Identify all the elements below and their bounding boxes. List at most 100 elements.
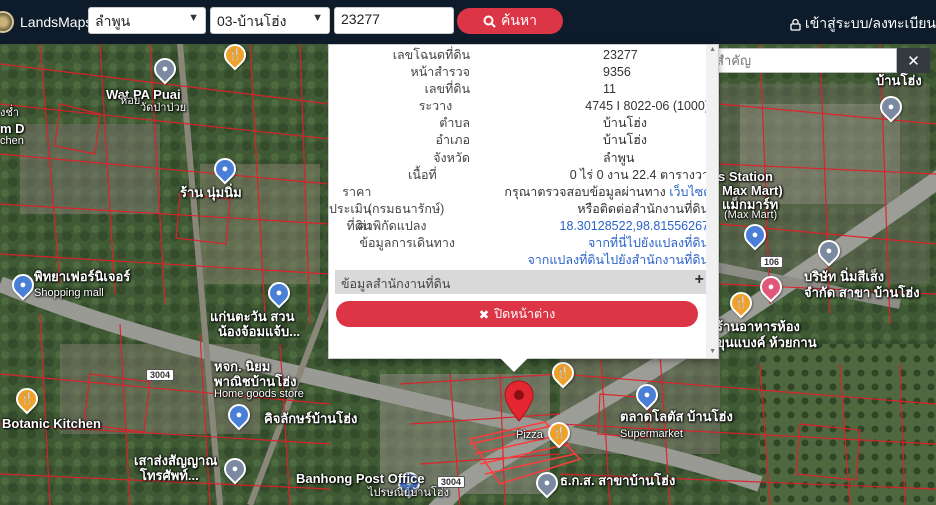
map-label: หจก. นิยม [214,359,271,374]
map-label: Supermarket [620,428,683,440]
info-label: เนื้อที่ [408,167,437,182]
deed-number-input[interactable]: 23277 [334,7,454,34]
info-value: บ้านโฮ่ง [603,133,647,148]
coordinate-link[interactable]: 18.30128522,98.81556267 [560,219,709,233]
map-label: บ้านโฮ่ง [876,73,922,88]
map-label: พาณิชบ้านโฮ่ง [214,374,297,389]
scroll-down-icon[interactable]: ▼ [709,348,716,355]
info-value: กรุณาตรวจสอบข้อมูลผ่านทาง [504,184,666,199]
info-row-land-no: เลขที่ดิน 11 [329,81,709,98]
map-label: chen [0,135,24,147]
info-label: เลขโฉนดที่ดิน [392,48,470,62]
map-label: Banhong Post Office [296,471,425,486]
top-navbar: LandsMaps ลำพูน ▼ 03-บ้านโฮ่ง ▼ 23277 ค้… [0,0,936,44]
chevron-down-icon: ▼ [312,12,323,24]
map-label: ขุนแบงค์ ห้วยกาน [716,335,817,350]
info-row-travel: ข้อมูลการเดินทาง จากที่นี่ไปยังแปลงที่ดิน [329,235,709,252]
map-label: โทรศัพท์... [140,468,199,483]
directions-to-office-link[interactable]: จากแปลงที่ดินไปยังสำนักงานที่ดิน [527,253,709,267]
map-label: ธ.ก.ส. สาขาบ้านโฮ่ง [560,473,676,488]
info-value: 0 ไร่ 0 งาน 22.4 ตารางวา [569,167,709,182]
info-row-sheet: ระวาง 4745 I 8022-06 (1000) [329,98,709,115]
scroll-up-icon[interactable]: ▲ [709,46,716,53]
map-label: คิจลักษร์บ้านโฮ่ง [264,411,358,426]
info-value: หรือติดต่อสำนักงานที่ดิน [577,201,709,216]
map-label: งช่ำ [0,107,20,119]
info-label: ข้อมูลการเดินทาง [359,236,455,251]
map-label: ห้อย [120,95,141,107]
info-row-survey: หน้าสำรวจ 9356 [329,64,709,81]
close-window-button[interactable]: ✖ ปิดหน้าต่าง [336,301,698,327]
info-label: ตำบล [439,116,470,131]
info-row-travel-2: จากแปลงที่ดินไปยังสำนักงานที่ดิน [329,252,709,269]
info-value: 11 [603,82,616,97]
lock-icon [790,18,801,31]
login-link[interactable]: เข้าสู่ระบบ/ลงทะเบียน [790,13,936,35]
info-row-deed: เลขโฉนดที่ดิน 23277 [329,47,709,64]
info-value: 4745 I 8022-06 (1000) [585,99,709,114]
map-label: ร้าน นุ่มนิ่ม [180,185,242,200]
close-window-label: ปิดหน้าต่าง [494,307,556,321]
info-row-district: อำเภอ บ้านโฮ่ง [329,132,709,149]
map-label: (Max Mart) [724,209,778,221]
info-value: 9356 [603,65,631,80]
search-button[interactable]: ค้นหา [457,8,563,34]
map-label: เสาส่งสัญญาณ [134,453,218,468]
land-office-accordion[interactable]: ข้อมูลสำนักงานที่ดิน + [335,270,706,294]
close-x-icon: ✖ [478,307,490,322]
map-label: วัดป่าป่วย [140,102,187,114]
parcel-info-popup: เลขโฉนดที่ดิน 23277 หน้าสำรวจ 9356 เลขที่ด… [328,44,719,359]
search-icon [483,15,496,28]
search-button-label: ค้นหา [500,12,538,28]
map-label: Max Mart) [722,183,783,198]
map-label: Pizza [516,429,543,441]
info-label: เลขที่ดิน [424,82,470,97]
popup-pointer [500,358,528,372]
map-label: Shopping mall [34,287,104,299]
land-office-label: ข้อมูลสำนักงานที่ดิน [341,277,451,291]
expand-plus-icon[interactable]: + [695,271,704,289]
popup-scrollbar[interactable]: ▲ ▼ [706,45,718,358]
info-label: (กรมธนารักษ์) [367,201,445,216]
info-row-price-2: (กรมธนารักษ์) หรือติดต่อสำนักงานที่ดิน [329,201,709,218]
info-row-price: ราคาประเมินที่ดิน กรุณาตรวจสอบข้อมูลผ่านท… [329,184,718,233]
district-select-value: 03-บ้านโฮ่ง [217,13,287,29]
info-label: หน้าสำรวจ [410,65,470,80]
info-label: ราคาประเมินที่ดิน [329,184,372,233]
directions-to-parcel-link[interactable]: จากที่นี่ไปยังแปลงที่ดิน [588,236,709,250]
road-shield: 3004 [146,369,175,381]
province-select[interactable]: ลำพูน ▼ [88,7,206,34]
info-row-area: เนื้อที่ 0 ไร่ 0 งาน 22.4 ตารางวา [329,167,709,184]
map-label: s Station [718,169,773,184]
landsmaps-logo-icon[interactable] [0,11,14,33]
info-value: บ้านโฮ่ง [603,116,647,131]
map-label: ตลาดโลตัส บ้านโฮ่ง [620,409,733,424]
info-row-subdistrict: ตำบล บ้านโฮ่ง [329,115,709,132]
map-label: Wat PA Puai [106,87,181,102]
info-label: อำเภอ [435,133,470,148]
parcel-marker-icon[interactable] [503,380,535,422]
map-label: ไปรษณีย์บ้านโฮ่ง [368,487,449,499]
info-row-province: จังหวัด ลำพูน [329,150,709,167]
road-shield: 106 [760,256,784,268]
map-label: แก่นตะวัน สวน [210,309,295,324]
chevron-down-icon: ▼ [188,12,199,24]
district-select[interactable]: 03-บ้านโฮ่ง ▼ [210,7,330,34]
login-label: เข้าสู่ระบบ/ลงทะเบียน [804,15,936,31]
info-value: 23277 [603,48,638,62]
brand-name[interactable]: LandsMaps [20,14,92,30]
close-icon[interactable]: ✕ [897,48,930,73]
deed-number-value: 23277 [341,11,380,27]
info-row-coord: ค่าพิกัดแปลง 18.30128522,98.81556267 [329,218,709,235]
info-label: ค่าพิกัดแปลง [357,218,427,233]
info-value: ลำพูน [603,150,635,165]
map-label: Home goods store [214,388,304,400]
map-label: Botanic Kitchen [2,416,101,431]
info-label: ระวาง [418,99,453,114]
map-label: ร้านอาหารห้อง [716,319,800,334]
map-label: พิทยาเฟอร์นิเจอร์ [34,269,131,284]
map-label: m D [0,121,25,136]
map-label: จำกัด สาขา บ้านโฮ่ง [804,285,920,300]
map-label: บริษัท นิ่มสีเส็ง [804,269,885,284]
map-label: น้องจ้อมแจ้บ... [218,324,301,339]
